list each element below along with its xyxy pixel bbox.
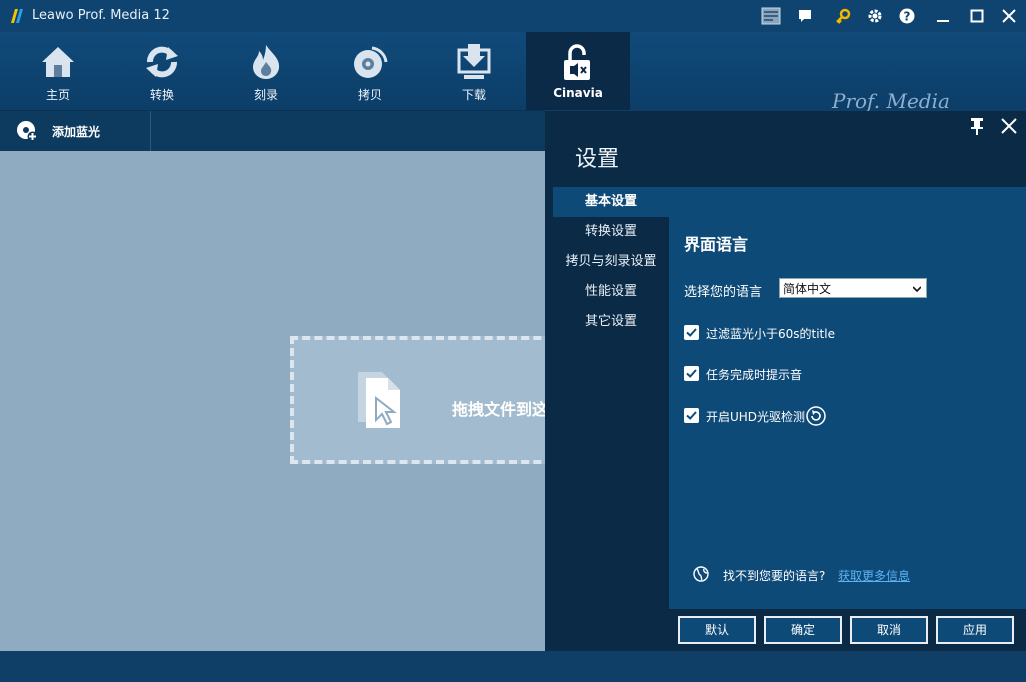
settings-nav: 基本设置 转换设置 拷贝与刻录设置 性能设置 其它设置 bbox=[553, 187, 669, 609]
nav-copy-label: 拷贝 bbox=[357, 88, 382, 102]
settings-nav-performance[interactable]: 性能设置 bbox=[553, 277, 669, 307]
settings-content: 界面语言 选择您的语言 简体中文 过滤蓝光小于60s的title 任务完成时提示… bbox=[669, 187, 1026, 609]
settings-title: 设置 bbox=[575, 147, 620, 172]
language-select-value: 简体中文 bbox=[783, 282, 832, 296]
settings-body: 基本设置 转换设置 拷贝与刻录设置 性能设置 其它设置 界面语言 选择您的语言 … bbox=[553, 187, 1026, 609]
cancel-button[interactable]: 取消 bbox=[850, 616, 928, 644]
chevron-down-icon bbox=[913, 286, 921, 293]
section-title: 界面语言 bbox=[684, 235, 749, 254]
settings-panel: 设置 基本设置 转换设置 拷贝与刻录设置 性能设置 其它设置 界面语言 选择您的… bbox=[545, 111, 1026, 651]
shop-icon[interactable] bbox=[760, 6, 782, 26]
language-help-question: 找不到您要的语言? bbox=[723, 569, 826, 583]
minimize-icon[interactable] bbox=[932, 6, 954, 26]
settings-close-icon[interactable] bbox=[1000, 117, 1018, 135]
checkbox-checked-icon bbox=[684, 366, 699, 381]
checkbox-filter-label: 过滤蓝光小于60s的title bbox=[706, 327, 835, 341]
apply-button[interactable]: 应用 bbox=[936, 616, 1014, 644]
nav-download[interactable]: 下载 bbox=[422, 32, 526, 110]
nav-copy[interactable]: 拷贝 bbox=[318, 32, 422, 110]
language-select[interactable]: 简体中文 bbox=[779, 278, 927, 298]
checkbox-sound-label: 任务完成时提示音 bbox=[706, 368, 803, 382]
pin-icon[interactable] bbox=[969, 117, 985, 135]
language-label: 选择您的语言 bbox=[684, 285, 763, 300]
settings-nav-convert[interactable]: 转换设置 bbox=[553, 217, 669, 247]
svg-text:?: ? bbox=[904, 10, 911, 24]
download-icon bbox=[457, 44, 491, 79]
app-title: Leawo Prof. Media 12 bbox=[32, 8, 170, 23]
key-icon[interactable] bbox=[832, 6, 854, 26]
maximize-icon[interactable] bbox=[966, 6, 988, 26]
feedback-icon[interactable] bbox=[794, 6, 816, 26]
nav-cinavia-label: Cinavia bbox=[553, 86, 603, 100]
status-bar bbox=[0, 651, 1026, 682]
brand-text: Prof. Media bbox=[831, 89, 950, 113]
help-icon[interactable]: ? bbox=[896, 6, 918, 26]
home-icon bbox=[42, 47, 74, 77]
nav-cinavia[interactable]: Cinavia bbox=[526, 32, 630, 110]
globe-icon bbox=[693, 566, 709, 582]
nav-home-label: 主页 bbox=[45, 88, 70, 102]
checkbox-checked-icon bbox=[684, 408, 699, 423]
refresh-icon[interactable] bbox=[806, 406, 826, 426]
drag-file-icon bbox=[358, 372, 400, 428]
app-logo-icon bbox=[11, 9, 23, 23]
close-icon[interactable] bbox=[998, 6, 1020, 26]
workspace: 拖拽文件到这里 bbox=[0, 151, 590, 651]
nav-burn[interactable]: 刻录 bbox=[214, 32, 318, 110]
nav-convert[interactable]: 转换 bbox=[110, 32, 214, 110]
gear-icon[interactable] bbox=[864, 6, 886, 26]
nav-burn-label: 刻录 bbox=[253, 88, 278, 102]
ok-button[interactable]: 确定 bbox=[764, 616, 842, 644]
burn-icon bbox=[253, 45, 280, 79]
checkbox-checked-icon bbox=[684, 325, 699, 340]
add-disc-icon bbox=[17, 121, 38, 142]
checkbox-uhd-label: 开启UHD光驱检测 bbox=[706, 410, 806, 424]
settings-nav-other[interactable]: 其它设置 bbox=[553, 307, 669, 337]
nav-home[interactable]: 主页 bbox=[6, 32, 110, 110]
main-nav: 主页 转换 刻录 拷贝 下载 Cinavia Prof. Media bbox=[0, 32, 1026, 135]
copy-icon bbox=[354, 46, 388, 78]
add-bluray-button[interactable]: 添加蓝光 bbox=[0, 111, 151, 151]
convert-icon bbox=[146, 46, 178, 78]
cinavia-icon bbox=[564, 44, 590, 80]
default-button[interactable]: 默认 bbox=[678, 616, 756, 644]
sub-toolbar: 添加蓝光 bbox=[0, 110, 545, 151]
settings-nav-basic[interactable]: 基本设置 bbox=[553, 187, 669, 217]
more-info-link[interactable]: 获取更多信息 bbox=[838, 567, 910, 584]
nav-convert-label: 转换 bbox=[149, 88, 174, 102]
title-bar: Leawo Prof. Media 12 ? bbox=[0, 0, 1026, 32]
add-bluray-label: 添加蓝光 bbox=[52, 125, 101, 139]
nav-download-label: 下载 bbox=[461, 88, 486, 102]
settings-nav-copy-burn[interactable]: 拷贝与刻录设置 bbox=[553, 247, 669, 277]
